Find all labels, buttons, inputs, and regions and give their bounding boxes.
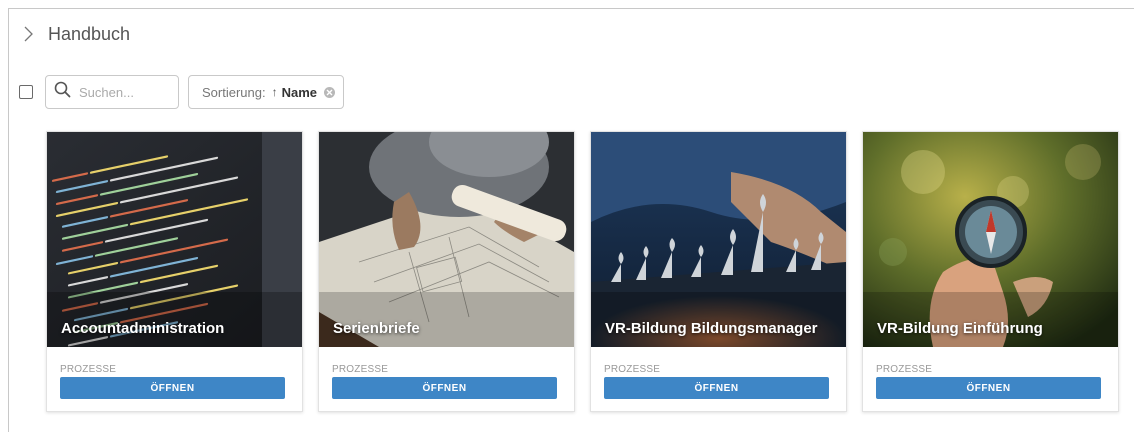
card-serienbriefe[interactable]: Serienbriefe PROZESSE ÖFFNEN: [318, 131, 575, 412]
card-category: PROZESSE: [876, 364, 933, 375]
card-title: VR-Bildung Bildungsmanager: [605, 320, 818, 337]
toolbar: Sortierung: ↑ Name: [19, 75, 345, 109]
card-title: VR-Bildung Einführung: [877, 320, 1043, 337]
chevron-right-icon[interactable]: [20, 25, 38, 43]
card-vr-bildung-bildungsmanager[interactable]: VR-Bildung Bildungsmanager PROZESSE ÖFFN…: [590, 131, 847, 412]
open-button[interactable]: ÖFFNEN: [876, 377, 1101, 399]
search-input[interactable]: [79, 84, 169, 100]
sort-chip[interactable]: Sortierung: ↑ Name: [188, 75, 345, 109]
chess-image: VR-Bildung Bildungsmanager: [591, 132, 846, 347]
card-vr-bildung-einfuehrung[interactable]: VR-Bildung Einführung PROZESSE ÖFFNEN: [862, 131, 1119, 412]
search-box[interactable]: [45, 75, 179, 109]
section-header[interactable]: Handbuch: [20, 20, 130, 48]
card-title: Accountadministration: [61, 320, 225, 337]
open-button[interactable]: ÖFFNEN: [604, 377, 829, 399]
code-editor-image: Accountadministration: [47, 132, 302, 347]
card-grid: Accountadministration PROZESSE ÖFFNEN Se…: [46, 131, 1119, 412]
card-category: PROZESSE: [332, 364, 389, 375]
section-title: Handbuch: [48, 23, 131, 44]
open-button[interactable]: ÖFFNEN: [332, 377, 557, 399]
compass-image: VR-Bildung Einführung: [863, 132, 1118, 347]
panel-border-top: [8, 8, 1134, 9]
card-category: PROZESSE: [60, 364, 117, 375]
sort-value: Name: [281, 84, 318, 100]
search-icon: [54, 81, 71, 103]
card-category: PROZESSE: [604, 364, 661, 375]
clear-sort-icon[interactable]: [324, 86, 336, 98]
select-all-checkbox[interactable]: [19, 85, 33, 99]
card-accountadministration[interactable]: Accountadministration PROZESSE ÖFFNEN: [46, 131, 303, 412]
card-title: Serienbriefe: [333, 320, 420, 337]
sort-direction-icon[interactable]: ↑: [272, 85, 278, 99]
sort-label: Sortierung:: [202, 84, 266, 100]
open-button[interactable]: ÖFFNEN: [60, 377, 285, 399]
panel-border-left: [8, 8, 9, 432]
blueprint-drawing-image: Serienbriefe: [319, 132, 574, 347]
